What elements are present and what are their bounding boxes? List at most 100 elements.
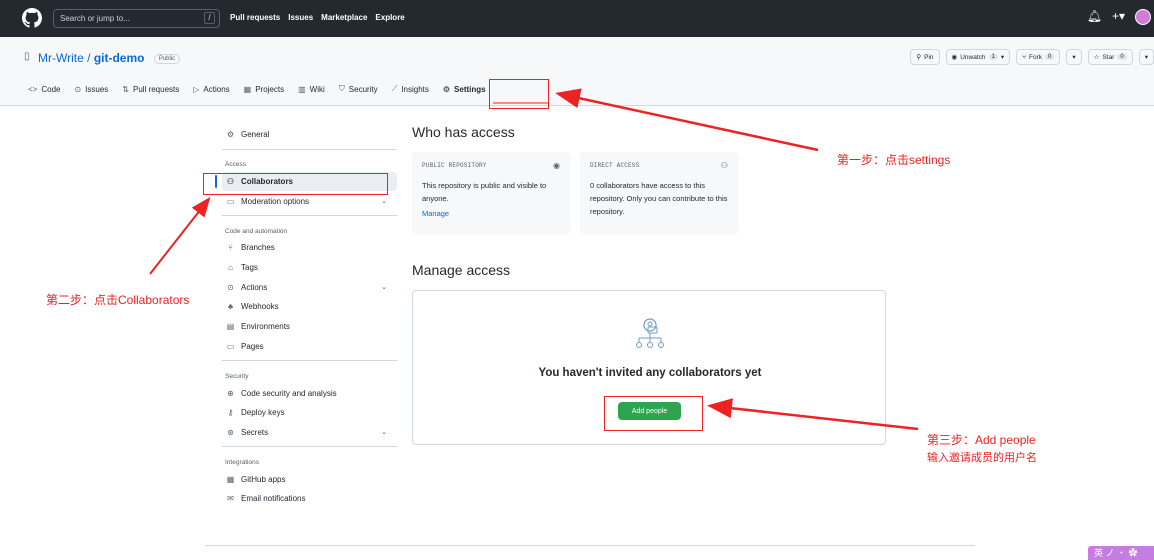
sidebar-item-label: Tags: [241, 263, 258, 273]
star-dropdown-button[interactable]: ▾: [1138, 49, 1154, 65]
chevron-down-icon: ▾: [1144, 54, 1148, 61]
manage-access-heading: Manage access: [412, 262, 511, 278]
star-button[interactable]: ☆ Star 0: [1087, 49, 1133, 65]
sidebar-item-secrets[interactable]: ⊛ Secrets ⌄: [222, 423, 397, 443]
tab-projects[interactable]: ▦ Projects: [244, 84, 284, 94]
nav-marketplace[interactable]: Marketplace: [321, 13, 367, 22]
asterisk-icon: ⊛: [227, 427, 234, 437]
tab-security[interactable]: ⛉ Security: [339, 84, 378, 94]
header-actions: 🔔︎ +▾: [1087, 9, 1154, 25]
nav-explore[interactable]: Explore: [375, 13, 404, 22]
tag-icon: ⌂: [228, 263, 233, 273]
sidebar-item-github-apps[interactable]: ▦ GitHub apps: [222, 469, 397, 489]
tab-actions[interactable]: ▷ Actions: [193, 84, 229, 94]
sidebar-item-label: Pages: [241, 341, 264, 351]
card-text: 0 collaborators have access to this repo…: [590, 181, 728, 216]
sidebar-item-label: Environments: [241, 322, 290, 332]
sidebar-item-tags[interactable]: ⌂ Tags: [222, 258, 397, 278]
annotation-box-settings: [489, 79, 549, 109]
tab-issues[interactable]: ⊙ Issues: [74, 84, 108, 94]
sidebar-item-general[interactable]: ⚙ General: [222, 125, 397, 145]
collaborators-empty-icon: [636, 318, 664, 348]
sidebar-group-security: Security: [225, 372, 249, 380]
annotation-step3-line1: 第三步：Add people: [927, 433, 1036, 447]
tab-pull-requests[interactable]: ⇅ Pull requests: [122, 84, 179, 94]
divider: [222, 148, 397, 150]
fork-label: Fork: [1029, 53, 1043, 61]
bell-icon[interactable]: 🔔︎: [1087, 9, 1102, 25]
codescan-icon: ⊕: [227, 388, 234, 398]
sidebar-item-branches[interactable]: ⑂ Branches: [222, 238, 397, 258]
card-text: This repository is public and visible to…: [422, 181, 547, 203]
fork-dropdown-button[interactable]: ▾: [1066, 49, 1082, 65]
sidebar-item-code-security[interactable]: ⊕ Code security and analysis: [222, 383, 397, 403]
sidebar-item-actions[interactable]: ⊙ Actions ⌄: [222, 277, 397, 297]
pin-label: Pin: [924, 53, 934, 61]
branch-icon: ⑂: [228, 243, 233, 253]
browser-icon: ▭: [226, 341, 235, 351]
eye-icon: ◉: [951, 54, 958, 61]
watch-button[interactable]: ◉ Unwatch 1 ▾: [945, 49, 1011, 65]
fork-count: 0: [1045, 54, 1055, 60]
empty-state-text: You haven't invited any collaborators ye…: [538, 367, 762, 379]
tab-label: Insights: [401, 84, 429, 94]
avatar[interactable]: [1135, 9, 1151, 25]
repo-separator: /: [87, 51, 91, 65]
issue-icon: ⊙: [74, 84, 82, 94]
search-placeholder: Search or jump to...: [60, 14, 130, 23]
tab-settings[interactable]: ⚙ Settings: [443, 84, 486, 94]
arrow-step2: [149, 196, 211, 275]
comment-icon: ▭: [226, 196, 235, 206]
fork-icon: ⑂: [1022, 53, 1027, 61]
chevron-down-icon: ⌄: [381, 284, 387, 292]
sidebar-item-webhooks[interactable]: ♣ Webhooks: [222, 297, 397, 317]
github-logo-icon[interactable]: [22, 8, 42, 28]
sidebar-item-email-notifications[interactable]: ✉ Email notifications: [222, 489, 397, 509]
key-icon: ⚷: [227, 408, 234, 418]
sidebar-item-environments[interactable]: ▤ Environments: [222, 317, 397, 337]
tab-label: Projects: [255, 84, 285, 94]
graph-icon: ⟋: [391, 84, 398, 93]
chevron-down-icon: ⌄: [381, 429, 387, 437]
tab-wiki[interactable]: ▥ Wiki: [298, 84, 325, 94]
code-icon: <>: [28, 84, 38, 94]
nav-issues[interactable]: Issues: [288, 13, 313, 22]
tab-insights[interactable]: ⟋ Insights: [392, 84, 429, 94]
pin-icon: ⚲: [916, 54, 922, 61]
repo-owner-link[interactable]: Mr-Write: [38, 51, 84, 65]
nav-pull-requests[interactable]: Pull requests: [230, 13, 280, 22]
sidebar-item-pages[interactable]: ▭ Pages: [222, 337, 397, 357]
plus-icon[interactable]: +▾: [1112, 9, 1125, 25]
table-icon: ▦: [243, 84, 252, 94]
sidebar-item-deploy-keys[interactable]: ⚷ Deploy keys: [222, 403, 397, 423]
card-label: PUBLIC REPOSITORY: [422, 162, 487, 169]
sidebar-item-label: Moderation options: [241, 196, 310, 206]
divider: [222, 360, 397, 362]
search-input[interactable]: Search or jump to... /: [53, 9, 220, 28]
card-label: DIRECT ACCESS: [590, 162, 640, 169]
tab-label: Settings: [454, 84, 486, 94]
watch-label: Unwatch: [960, 53, 986, 61]
sidebar-item-label: Email notifications: [241, 494, 306, 504]
sidebar-item-label: Branches: [241, 243, 275, 253]
annotation-step3-line2: 输入邀请成员的用户名: [927, 452, 1037, 464]
sidebar-item-label: Webhooks: [241, 302, 279, 312]
repo-tabs: <> Code ⊙ Issues ⇅ Pull requests ▷ Actions ▦…: [28, 84, 486, 94]
chevron-down-icon: ▾: [1072, 54, 1076, 61]
chevron-down-icon: ▾: [1000, 54, 1005, 61]
star-count: 0: [1117, 54, 1127, 60]
tab-label: Code: [41, 84, 61, 94]
gear-icon: ⚙: [226, 130, 235, 140]
global-nav: Pull requests Issues Marketplace Explore: [230, 13, 405, 22]
manage-link[interactable]: Manage: [422, 209, 560, 218]
direct-access-card: DIRECT ACCESS ⚇ 0 collaborators have acc…: [580, 152, 738, 234]
pin-button[interactable]: ⚲ Pin: [910, 49, 940, 65]
pr-icon: ⇅: [122, 84, 129, 94]
ime-toolbar[interactable]: 英 ノ ・ ✿: [1088, 546, 1154, 560]
tab-code[interactable]: <> Code: [28, 84, 60, 94]
repo-title: Mr-Write / git-demo Public: [38, 51, 181, 65]
repo-name-link[interactable]: git-demo: [94, 51, 145, 65]
annotation-box-collaborators: [203, 173, 388, 195]
fork-button[interactable]: ⑂ Fork 0: [1016, 49, 1061, 65]
book-icon: ▥: [298, 84, 306, 94]
